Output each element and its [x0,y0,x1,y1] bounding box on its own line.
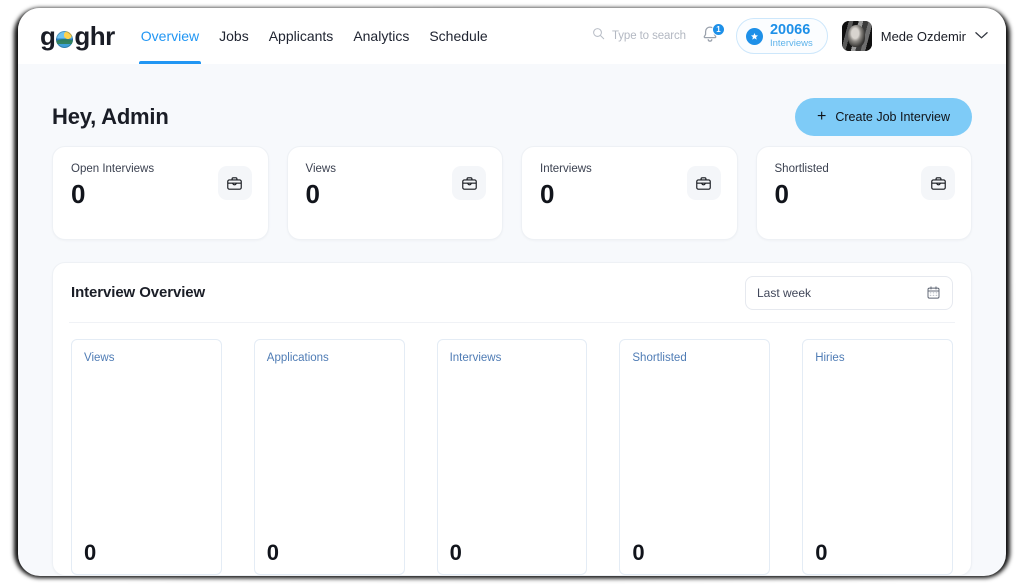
credits-label: Interviews [769,37,813,49]
stat-card-interviews[interactable]: Interviews 0 [521,146,738,240]
funnel-label: Applications [266,352,329,364]
plus-icon: + [817,108,827,125]
funnel-value: 0 [632,540,645,565]
star-coin-icon [745,27,763,45]
search-box[interactable]: Type to search [592,27,686,45]
nav-item-analytics[interactable]: Analytics [353,8,409,64]
top-navigation-bar: g ghr Overview Jobs Applicants Analytics… [18,8,1006,64]
app-window: g ghr Overview Jobs Applicants Analytics… [18,8,1006,576]
briefcase-icon [921,166,955,200]
stat-card-open-interviews[interactable]: Open Interviews 0 [52,146,269,240]
funnel-label: Hiries [815,352,845,364]
stat-label: Views [305,163,336,175]
funnel-bar-applications[interactable]: Applications 0 [253,339,405,575]
search-icon [592,27,605,45]
panel-title: Interview Overview [71,284,206,301]
nav-item-overview[interactable]: Overview [138,8,202,64]
notifications-button[interactable]: 1 [700,23,725,48]
funnel-bar-views[interactable]: Views 0 [71,339,222,575]
funnel-value: 0 [815,540,828,565]
nav-item-applicants[interactable]: Applicants [269,8,334,64]
panel-header: Interview Overview Last week [69,263,955,323]
stat-cards: Open Interviews 0 Views 0 Interviews 0 S… [40,146,984,240]
stat-label: Interviews [540,163,592,175]
interview-funnel-chart: Views 0 Applications 0 Interviews 0 Shor… [69,323,955,575]
page-header: Hey, Admin + Create Job Interview [40,64,984,142]
stat-value: 0 [71,179,86,209]
app-logo[interactable]: g ghr [40,23,115,49]
nav-item-jobs[interactable]: Jobs [219,8,249,64]
funnel-value: 0 [266,540,280,565]
top-bar-actions: Type to search 1 20066 Interviews Mede O… [592,18,988,54]
stat-value: 0 [774,179,789,209]
stat-card-views[interactable]: Views 0 [286,146,503,240]
funnel-value: 0 [84,540,97,565]
briefcase-icon [452,166,486,200]
stat-label: Shortlisted [774,163,829,175]
create-job-interview-button[interactable]: + Create Job Interview [795,98,972,136]
search-input[interactable]: Type to search [612,30,686,42]
funnel-bar-interviews[interactable]: Interviews 0 [436,339,588,575]
date-range-select[interactable]: Last week [745,275,953,310]
nav-item-schedule[interactable]: Schedule [429,8,487,64]
funnel-bar-shortlisted[interactable]: Shortlisted 0 [619,339,771,575]
avatar [841,21,872,51]
create-job-interview-label: Create Job Interview [835,110,950,124]
stat-value: 0 [540,179,555,209]
funnel-bar-hiries[interactable]: Hiries 0 [802,339,953,575]
date-range-value: Last week [757,285,812,300]
funnel-value: 0 [449,540,462,565]
briefcase-icon [686,166,721,200]
interview-credits-pill[interactable]: 20066 Interviews [735,18,828,54]
user-menu[interactable]: Mede Ozdemir [841,21,988,51]
funnel-label: Interviews [449,352,502,364]
credits-amount: 20066 [769,22,811,39]
funnel-label: Shortlisted [632,352,687,364]
notification-count-badge: 1 [711,23,725,36]
page-title: Hey, Admin [52,104,169,129]
stat-card-shortlisted[interactable]: Shortlisted 0 [755,146,972,240]
user-name: Mede Ozdemir [880,28,966,44]
main-nav: Overview Jobs Applicants Analytics Sched… [138,8,488,64]
calendar-icon [926,285,941,300]
briefcase-icon [217,166,252,200]
logo-text-after: ghr [74,21,115,51]
dashboard-page: Hey, Admin + Create Job Interview Open I… [18,64,1006,576]
globe-icon [56,30,74,48]
stat-label: Open Interviews [71,163,155,175]
stat-value: 0 [305,179,320,209]
interview-overview-panel: Interview Overview Last week Views 0 App… [52,262,972,576]
chevron-down-icon[interactable] [975,27,988,45]
funnel-label: Views [84,352,115,364]
logo-text-before: g [40,21,56,51]
